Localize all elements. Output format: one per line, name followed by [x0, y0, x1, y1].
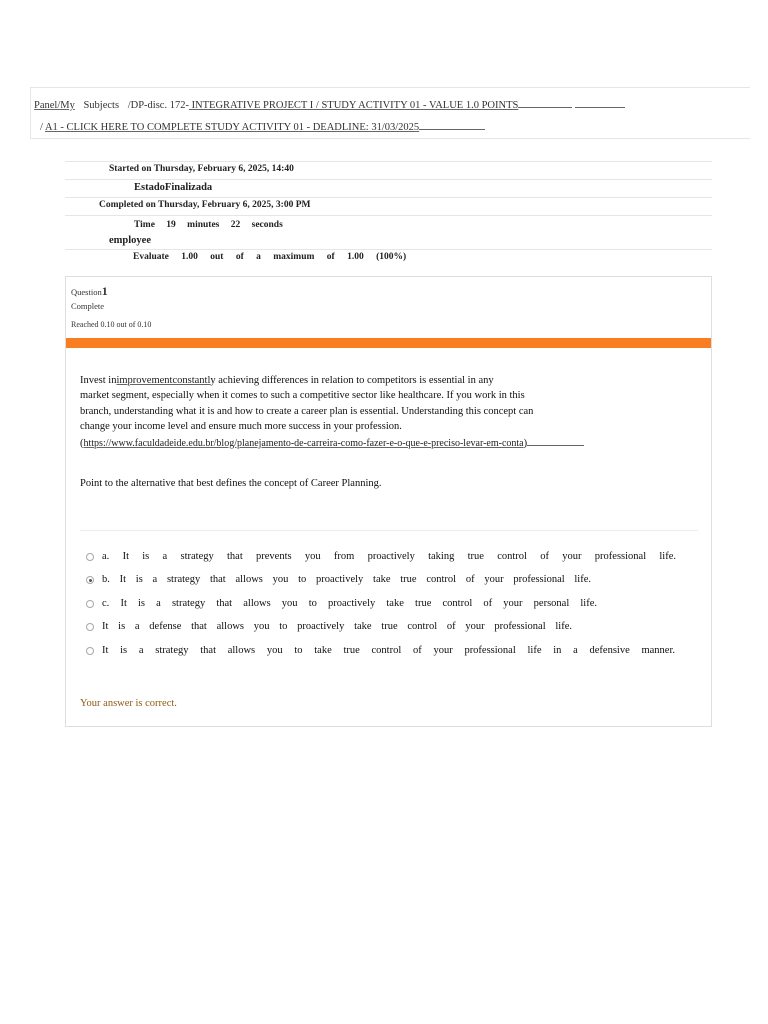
breadcrumb-activity-link[interactable]: A1 - CLICK HERE TO COMPLETE STUDY ACTIVI… — [45, 122, 419, 133]
breadcrumb-link-tail — [518, 97, 573, 108]
answer-option-b[interactable]: b. It is a strategy that allows you to p… — [86, 572, 591, 588]
answer-option-a[interactable]: a. It is a strategy that prevents you fr… — [86, 549, 676, 565]
radio-button[interactable] — [86, 623, 94, 631]
attempt-state: EstadoFinalizada — [134, 182, 213, 193]
radio-button[interactable] — [86, 553, 94, 561]
answer-option-c[interactable]: c. It is a strategy that allows you to p… — [86, 596, 597, 612]
question-text-line: change your income level and ensure much… — [80, 421, 402, 433]
question-label: Question — [71, 287, 102, 297]
breadcrumb-link-tail — [419, 119, 486, 130]
answer-text: It is a strategy that prevents you from … — [122, 551, 677, 562]
breadcrumb-subjects: Subjects — [83, 100, 120, 111]
question-grade: Reached 0.10 out of 0.10 — [71, 320, 152, 329]
answer-text: It is a defense that allows you to proac… — [102, 621, 572, 632]
radio-button-checked[interactable] — [86, 576, 94, 584]
question-divider — [80, 530, 698, 531]
answer-option-e[interactable]: It is a strategy that allows you to take… — [86, 643, 675, 659]
breadcrumb-line-2: / A1 - CLICK HERE TO COMPLETE STUDY ACTI… — [40, 119, 486, 133]
question-text: Invest inimprovementconstantly achieving… — [80, 373, 585, 451]
radio-button[interactable] — [86, 647, 94, 655]
breadcrumb-separator: / — [40, 122, 43, 133]
question-status: Complete — [71, 301, 105, 311]
started-on: Started on Thursday, February 6, 2025, 1… — [109, 164, 294, 174]
answer-text: It is a strategy that allows you to proa… — [119, 574, 592, 585]
breadcrumb-discipline-link[interactable]: INTEGRATIVE PROJECT I / STUDY ACTIVITY 0… — [189, 100, 519, 111]
constantly-link[interactable]: constantl — [172, 375, 210, 386]
attempt-summary: Started on Thursday, February 6, 2025, 1… — [65, 161, 712, 266]
question-text-run: Invest in — [80, 375, 117, 386]
breadcrumb: Panel/My Subjects /DP-disc. 172- INTEGRA… — [30, 87, 750, 139]
answer-letter: a. — [102, 551, 110, 562]
improvement-link[interactable]: improvement — [116, 375, 172, 386]
question-text-line: branch, understanding what it is and how… — [80, 405, 534, 417]
grade-summary: Evaluate 1.00 out of a maximum of 1.00 (… — [133, 252, 407, 262]
breadcrumb-discipline-prefix: /DP-disc. 172- — [127, 100, 189, 111]
answer-feedback: Your answer is correct. — [80, 698, 177, 709]
answer-option-d[interactable]: It is a defense that allows you to proac… — [86, 619, 572, 635]
answer-text: It is a strategy that allows you to proa… — [120, 598, 598, 609]
question-text-run: y achieving differences in relation to c… — [210, 375, 494, 386]
employee-label: employee — [109, 235, 151, 246]
answer-letter: b. — [102, 574, 110, 585]
breadcrumb-line-1: Panel/My Subjects /DP-disc. 172- INTEGRA… — [34, 97, 625, 111]
breadcrumb-panel-link[interactable]: Panel/My — [34, 100, 75, 111]
answer-text: It is a strategy that allows you to take… — [102, 645, 675, 656]
question-prompt: Point to the alternative that best defin… — [80, 478, 382, 489]
link-tail — [527, 435, 585, 446]
source-url-link[interactable]: https://www.faculdadeide.edu.br/blog/pla… — [84, 438, 524, 449]
question-number: 1 — [101, 284, 108, 298]
breadcrumb-link-tail — [574, 97, 625, 108]
answer-letter: c. — [102, 598, 110, 609]
question-text-line: market segment, especially when it comes… — [80, 390, 525, 402]
question-card: Question1 Complete Reached 0.10 out of 0… — [65, 276, 712, 727]
time-taken: Time 19 minutes 22 seconds — [134, 220, 283, 230]
completed-on: Completed on Thursday, February 6, 2025,… — [99, 200, 311, 210]
radio-button[interactable] — [86, 600, 94, 608]
question-accent-bar — [66, 338, 711, 348]
